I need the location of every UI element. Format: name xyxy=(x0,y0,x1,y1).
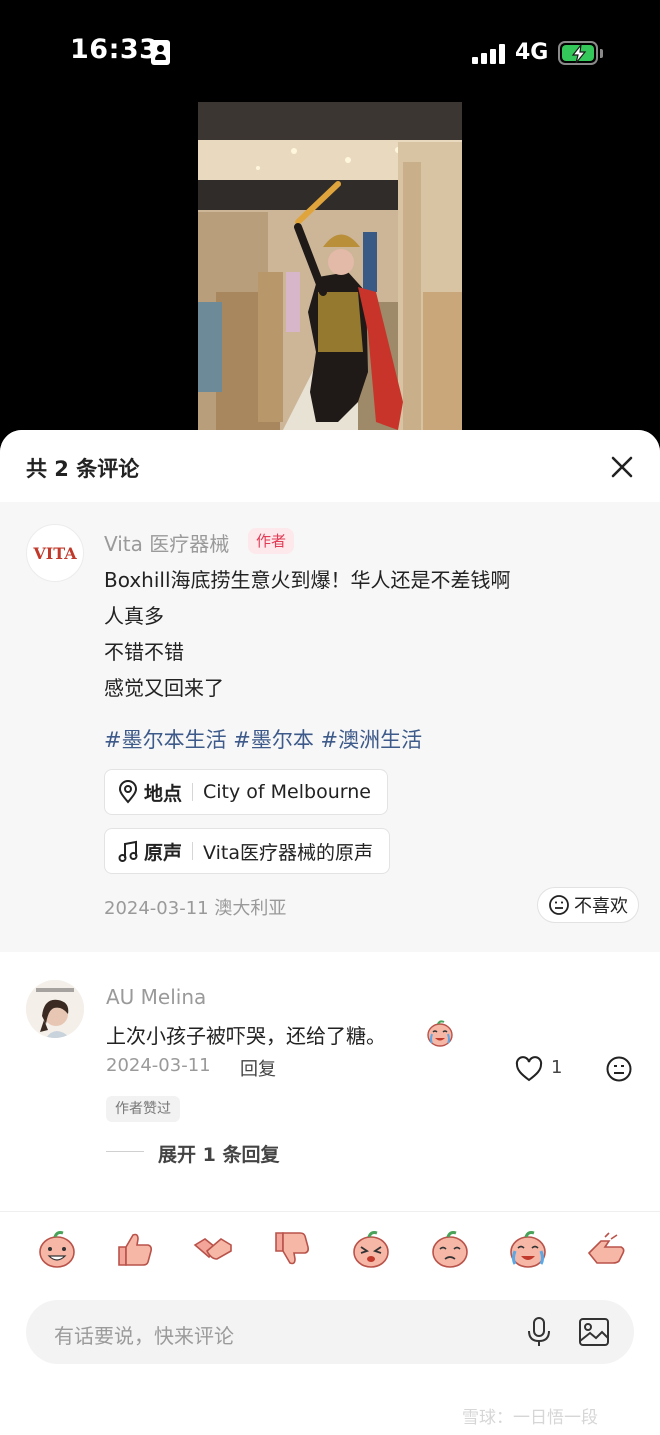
dislike-button[interactable]: 不喜欢 xyxy=(537,887,639,923)
comment-text: 上次小孩子被吓哭，还给了糖。 xyxy=(106,1024,386,1048)
post-text-line: Boxhill海底捞生意火到爆！华人还是不差钱啊 xyxy=(104,568,511,592)
thumbs-down-icon[interactable] xyxy=(270,1227,314,1271)
comment-date: 2024-03-11 xyxy=(106,1055,211,1076)
sound-chip-label: 原声 xyxy=(144,841,183,864)
sheet-header: 共 2 条评论 xyxy=(0,430,660,502)
avatar[interactable] xyxy=(26,980,84,1038)
location-chip-label: 地点 xyxy=(144,782,183,805)
peach-cry-icon xyxy=(425,1018,455,1048)
battery-icon xyxy=(558,41,598,65)
microphone-button[interactable] xyxy=(522,1315,556,1349)
clap-icon[interactable] xyxy=(585,1227,629,1271)
image-button[interactable] xyxy=(576,1315,612,1349)
chip-divider xyxy=(192,842,194,860)
peach-wink-icon[interactable] xyxy=(349,1227,393,1271)
close-button[interactable] xyxy=(605,450,639,484)
status-time: 16:33 xyxy=(70,34,159,65)
signal-icon xyxy=(472,43,508,64)
handshake-icon[interactable] xyxy=(191,1227,235,1271)
location-chip-value: City of Melbourne xyxy=(203,781,371,803)
music-note-icon xyxy=(118,840,138,862)
post-author-name[interactable]: Vita 医疗器械 xyxy=(104,528,229,557)
author-post: VITA Vita 医疗器械 作者 Boxhill海底捞生意火到爆！华人还是不差… xyxy=(0,502,660,952)
post-text-line: 人真多 xyxy=(104,604,164,628)
watermark: 雪球：一日悟一段 xyxy=(462,1408,598,1428)
post-text-line: 不错不错 xyxy=(104,640,184,664)
comment-input-placeholder: 有话要说，快来评论 xyxy=(54,1324,234,1348)
thumbs-up-icon[interactable] xyxy=(113,1227,157,1271)
expand-replies-button[interactable]: 展开 1 条回复 xyxy=(158,1140,279,1167)
image-icon xyxy=(579,1318,609,1346)
expand-divider xyxy=(106,1151,144,1152)
like-button[interactable] xyxy=(514,1055,544,1083)
location-pin-icon xyxy=(118,780,138,804)
video-preview[interactable] xyxy=(198,102,462,430)
location-chip[interactable]: 地点 City of Melbourne xyxy=(104,769,388,815)
heart-icon xyxy=(515,1056,543,1082)
comments-sheet: 共 2 条评论 VITA Vita 医疗器械 作者 Boxhill海底捞生意火到… xyxy=(0,430,660,1435)
peach-pout-icon[interactable] xyxy=(428,1227,472,1271)
meh-face-icon xyxy=(606,1056,632,1082)
id-card-icon xyxy=(151,40,170,65)
sound-chip[interactable]: 原声 Vita医疗器械的原声 xyxy=(104,828,390,874)
author-badge: 作者 xyxy=(248,528,295,554)
divider xyxy=(0,1211,660,1212)
meh-face-icon xyxy=(549,895,569,915)
close-icon xyxy=(611,456,633,478)
battery-cap xyxy=(600,49,603,58)
status-bar: 16:33 4G xyxy=(0,0,660,100)
user-avatar-image xyxy=(26,980,84,1038)
like-count: 1 xyxy=(551,1057,563,1078)
peach-grin-icon[interactable] xyxy=(35,1227,79,1271)
post-date-location: 2024-03-11 澳大利亚 xyxy=(104,898,287,919)
video-frame-image xyxy=(198,102,462,430)
avatar[interactable]: VITA xyxy=(26,524,84,582)
network-type: 4G xyxy=(515,40,549,65)
post-hashtags[interactable]: #墨尔本生活 #墨尔本 #澳洲生活 xyxy=(104,724,422,754)
comment-input[interactable]: 有话要说，快来评论 xyxy=(26,1300,634,1364)
author-liked-badge: 作者赞过 xyxy=(106,1096,180,1122)
comments-count-title: 共 2 条评论 xyxy=(26,457,140,481)
microphone-icon xyxy=(528,1317,550,1346)
comment-dislike-button[interactable] xyxy=(605,1055,633,1083)
comment-author-name[interactable]: AU Melina xyxy=(106,985,206,1009)
chip-divider xyxy=(192,783,194,801)
peach-cry-icon[interactable] xyxy=(506,1227,550,1271)
sound-chip-value: Vita医疗器械的原声 xyxy=(203,841,373,864)
post-text-line: 感觉又回来了 xyxy=(104,676,224,700)
reply-button[interactable]: 回复 xyxy=(240,1055,276,1081)
dislike-label: 不喜欢 xyxy=(574,896,628,917)
